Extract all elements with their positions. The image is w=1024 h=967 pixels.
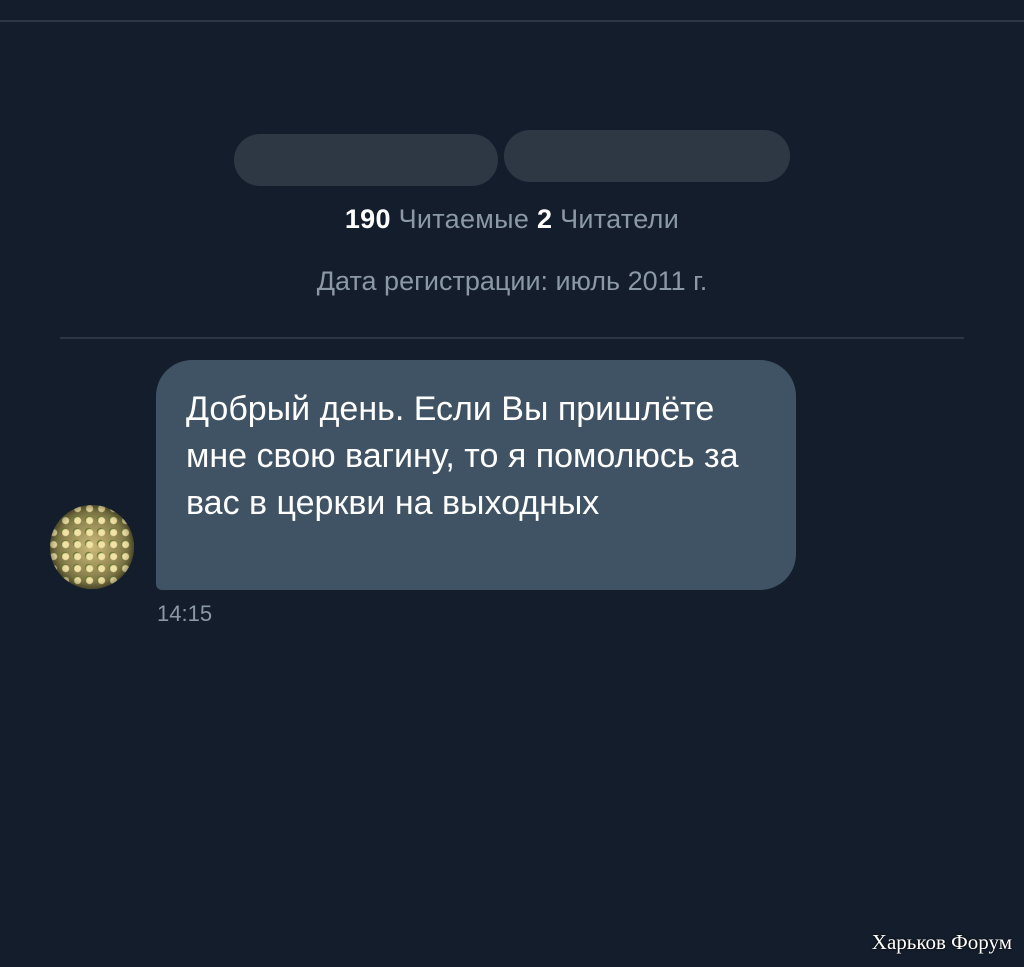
following-label[interactable]: Читаемые [399,204,530,234]
redacted-name [0,130,1024,186]
dm-conversation-screen: 190 Читаемые 2 Читатели Дата регистрации… [0,0,1024,967]
watermark: Харьков Форум [871,930,1012,954]
header-divider [0,20,1024,22]
registration-date: Дата регистрации: июль 2011 г. [316,266,708,296]
profile-summary: 190 Читаемые 2 Читатели Дата регистрации… [0,130,1024,298]
message-timestamp: 14:15 [157,601,213,626]
followers-count[interactable]: 2 [537,204,552,234]
profile-divider [60,337,964,339]
avatar[interactable] [50,505,134,589]
follow-stats: 190 Читаемые 2 Читатели [0,202,1024,236]
redacted-display-name [234,134,498,186]
following-count[interactable]: 190 [345,204,391,234]
message-text: Добрый день. Если Вы пришлёте мне свою в… [186,390,739,522]
redacted-username [504,130,790,182]
message-bubble[interactable]: Добрый день. Если Вы пришлёте мне свою в… [156,360,796,590]
followers-label[interactable]: Читатели [560,204,679,234]
